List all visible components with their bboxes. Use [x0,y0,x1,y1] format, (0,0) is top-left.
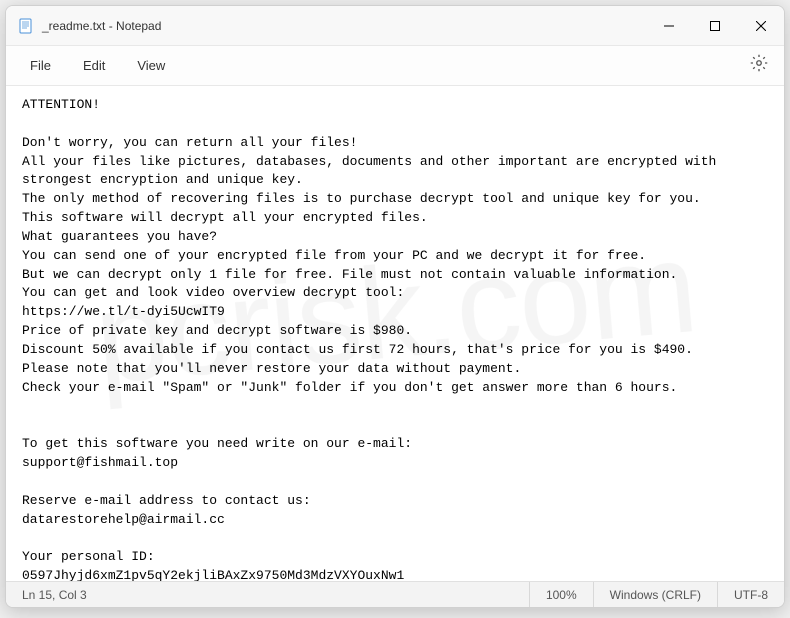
menu-file[interactable]: File [14,52,67,79]
notepad-window: _readme.txt - Notepad File Edit View [5,5,785,608]
settings-button[interactable] [742,48,776,83]
text-editor-area[interactable]: ATTENTION! Don't worry, you can return a… [6,86,784,581]
gear-icon [750,54,768,77]
titlebar[interactable]: _readme.txt - Notepad [6,6,784,46]
status-line-ending[interactable]: Windows (CRLF) [593,582,717,607]
close-button[interactable] [738,6,784,45]
menu-edit[interactable]: Edit [67,52,121,79]
menubar: File Edit View [6,46,784,86]
notepad-icon [18,18,34,34]
menu-view[interactable]: View [121,52,181,79]
maximize-button[interactable] [692,6,738,45]
status-zoom[interactable]: 100% [529,582,593,607]
status-encoding[interactable]: UTF-8 [717,582,784,607]
window-title: _readme.txt - Notepad [42,19,161,33]
window-controls [646,6,784,45]
minimize-button[interactable] [646,6,692,45]
statusbar: Ln 15, Col 3 100% Windows (CRLF) UTF-8 [6,581,784,607]
status-cursor-position: Ln 15, Col 3 [6,588,529,602]
